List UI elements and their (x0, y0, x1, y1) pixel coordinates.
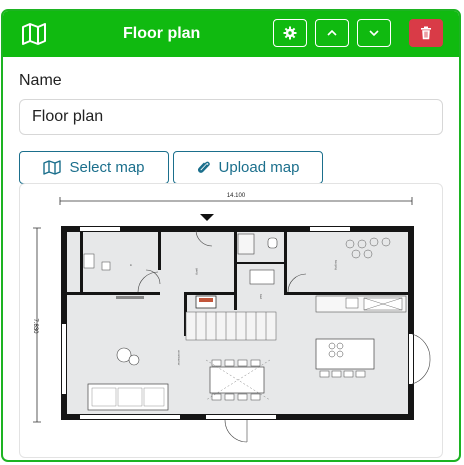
map-preview[interactable]: 14.100 7.830 sl gang bad berging woonkam… (19, 183, 443, 458)
svg-text:sl: sl (129, 264, 133, 267)
svg-text:woonkamer: woonkamer (177, 350, 181, 366)
floor-plan-card: Floor plan Name Floor plan Select map Up… (1, 9, 461, 462)
move-down-button[interactable] (357, 19, 391, 47)
card-title: Floor plan (123, 25, 201, 42)
floorplan-image: 14.100 7.830 sl gang bad berging woonkam… (32, 193, 431, 443)
settings-button[interactable] (273, 19, 307, 47)
name-input[interactable] (19, 99, 443, 135)
trash-icon (421, 26, 431, 40)
upload-map-button[interactable]: Upload map (173, 151, 323, 184)
name-label: Name (19, 72, 62, 89)
select-map-button[interactable]: Select map (19, 151, 169, 184)
svg-text:bad: bad (259, 294, 263, 299)
paperclip-icon (197, 161, 210, 173)
svg-text:berging: berging (334, 260, 338, 270)
height-dimension: 7.830 (32, 318, 38, 334)
upload-map-label: Upload map (218, 159, 300, 176)
svg-text:gang: gang (195, 268, 199, 275)
gear-icon (283, 26, 297, 40)
delete-button[interactable] (409, 19, 443, 47)
chevron-down-icon (369, 30, 379, 37)
width-dimension: 14.100 (227, 193, 246, 199)
card-header: Floor plan (3, 11, 459, 57)
move-up-button[interactable] (315, 19, 349, 47)
map-icon (43, 160, 62, 175)
chevron-up-icon (327, 29, 337, 36)
select-map-label: Select map (69, 159, 145, 176)
